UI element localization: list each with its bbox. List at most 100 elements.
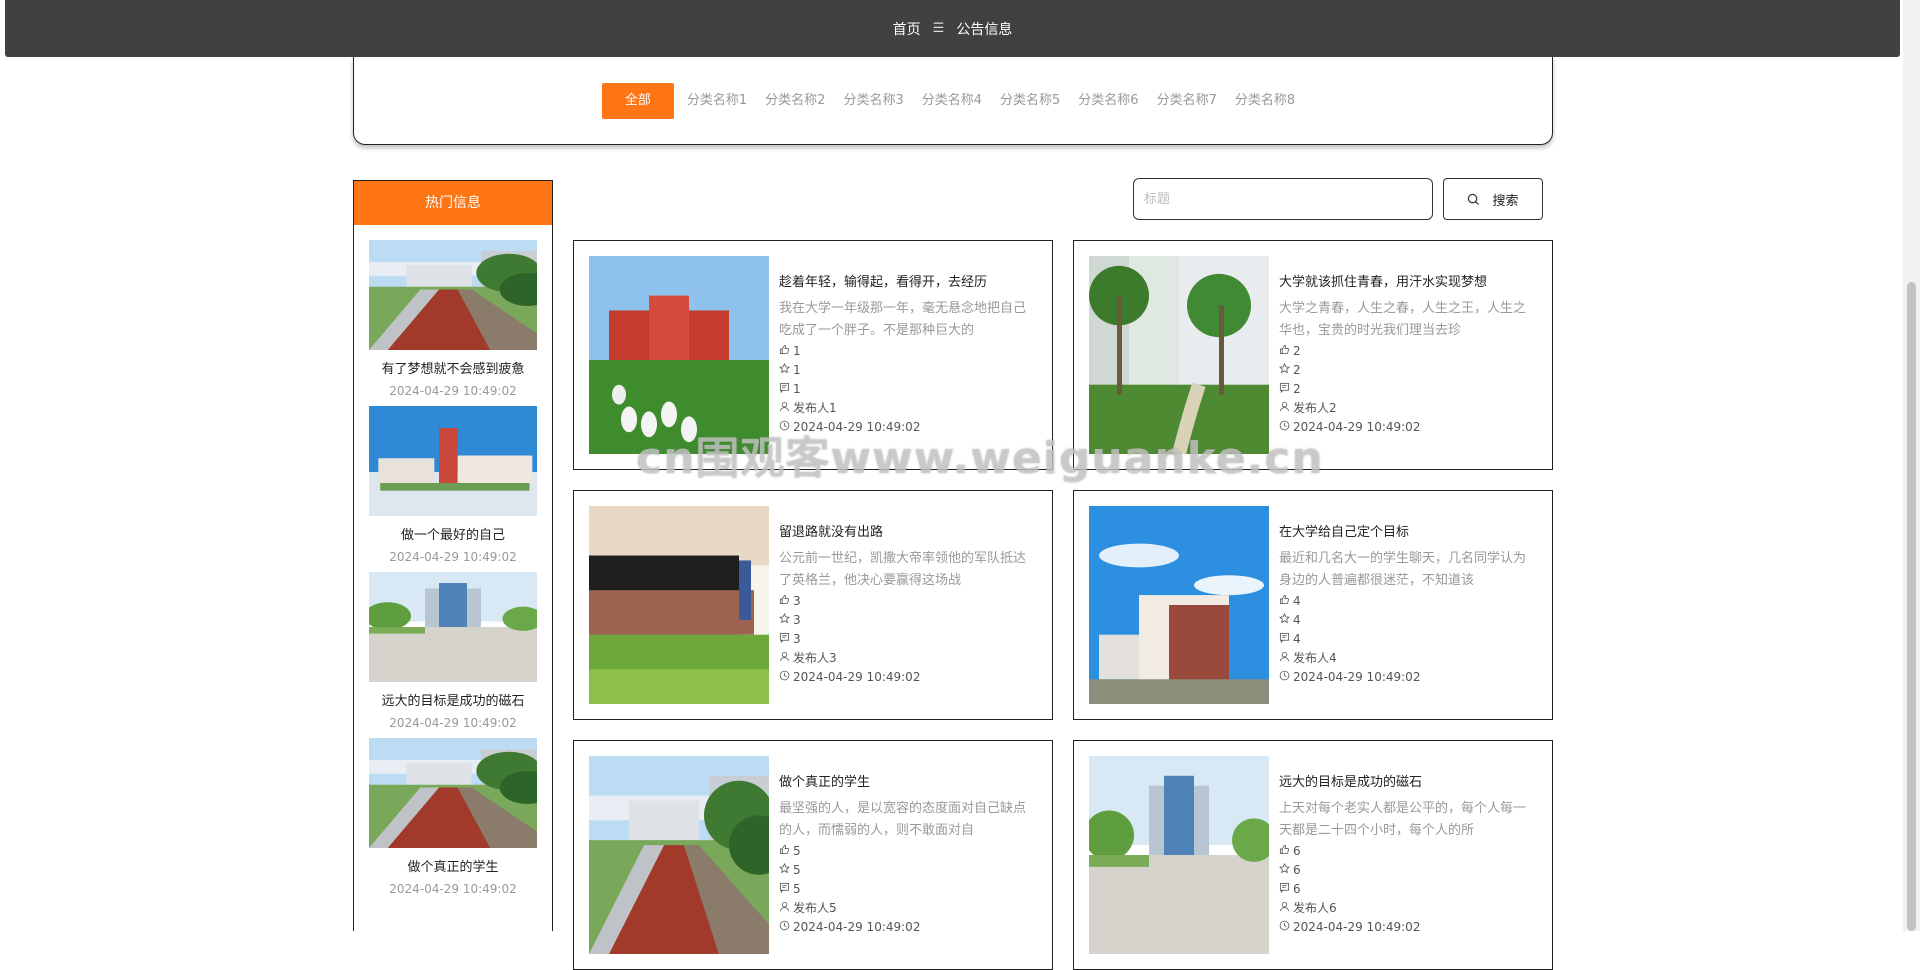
author-name: 发布人3 xyxy=(793,651,837,665)
comment-count: 5 xyxy=(779,880,1029,899)
news-card-title[interactable]: 做个真正的学生 xyxy=(779,771,1029,790)
hot-item-title[interactable]: 做个真正的学生 xyxy=(369,856,537,875)
category-7[interactable]: 分类名称7 xyxy=(1148,83,1226,119)
breadcrumb-separator-icon: ☰ xyxy=(932,21,945,36)
watermark-text: cn围观客www.weiguanke.cn xyxy=(636,433,1324,484)
category-all[interactable]: 全部 xyxy=(601,82,674,119)
search-button[interactable]: 搜索 xyxy=(1443,178,1543,220)
publish-time-value: 2024-04-29 10:49:02 xyxy=(793,920,921,934)
star-icon xyxy=(1279,361,1290,380)
thumbs-up-icon xyxy=(779,842,790,861)
publish-time: 2024-04-29 10:49:02 xyxy=(1279,918,1529,937)
news-card-title[interactable]: 在大学给自己定个目标 xyxy=(1279,521,1529,540)
top-nav-bar: 首页 ☰ 公告信息 xyxy=(5,0,1900,57)
author: 发布人6 xyxy=(1279,899,1529,918)
favorite-count: 3 xyxy=(779,611,1029,630)
thumbs-up-icon xyxy=(779,592,790,611)
author: 发布人1 xyxy=(779,399,1029,418)
author-name: 发布人1 xyxy=(793,401,837,415)
favorite-count: 2 xyxy=(1279,361,1529,380)
author: 发布人3 xyxy=(779,649,1029,668)
comment-count: 2 xyxy=(1279,380,1529,399)
like-count: 5 xyxy=(779,842,1029,861)
favorite-count: 6 xyxy=(1279,861,1529,880)
favorite-count-value: 4 xyxy=(1293,613,1301,627)
favorite-count-value: 2 xyxy=(1293,363,1301,377)
user-icon xyxy=(779,649,790,668)
hot-item-date: 2024-04-29 10:49:02 xyxy=(389,550,517,564)
news-card[interactable]: 远大的目标是成功的磁石上天对每个老实人都是公平的，每个人每一天都是二十四个小时，… xyxy=(1073,740,1553,970)
scrollbar-thumb[interactable] xyxy=(1907,282,1916,931)
title-search-input[interactable] xyxy=(1133,178,1433,220)
like-count-value: 3 xyxy=(793,594,801,608)
star-icon xyxy=(779,611,790,630)
clock-icon xyxy=(1279,918,1290,937)
star-icon xyxy=(779,361,790,380)
news-card[interactable]: 在大学给自己定个目标最近和几名大一的学生聊天，几名同学认为身边的人普遍都很迷茫，… xyxy=(1073,490,1553,720)
news-card-summary: 上天对每个老实人都是公平的，每个人每一天都是二十四个小时，每个人的所 xyxy=(1279,801,1527,838)
clock-icon xyxy=(779,668,790,687)
news-card-summary: 最近和几名大一的学生聊天，几名同学认为身边的人普遍都很迷茫，不知道该 xyxy=(1279,551,1527,588)
thumbs-up-icon xyxy=(779,342,790,361)
category-2[interactable]: 分类名称2 xyxy=(756,83,834,119)
news-card-summary: 我在大学一年级那一年，毫无悬念地把自己吃成了一个胖子。不是那种巨大的 xyxy=(779,301,1027,338)
category-5[interactable]: 分类名称5 xyxy=(991,83,1069,119)
comment-count-value: 1 xyxy=(793,382,801,396)
favorite-count: 1 xyxy=(779,361,1029,380)
publish-time: 2024-04-29 10:49:02 xyxy=(1279,668,1529,687)
user-icon xyxy=(1279,649,1290,668)
author-name: 发布人6 xyxy=(1293,901,1337,915)
news-card-image[interactable] xyxy=(589,506,769,704)
news-card-title[interactable]: 远大的目标是成功的磁石 xyxy=(1279,771,1529,790)
news-card-image[interactable] xyxy=(589,756,769,954)
comment-count-value: 5 xyxy=(793,882,801,896)
hot-item-date: 2024-04-29 10:49:02 xyxy=(389,716,517,730)
comment-count: 6 xyxy=(1279,880,1529,899)
like-count: 6 xyxy=(1279,842,1529,861)
hot-item[interactable]: 做一个最好的自己 2024-04-29 10:49:02 xyxy=(369,406,537,564)
category-1[interactable]: 分类名称1 xyxy=(678,83,756,119)
search-icon xyxy=(1468,193,1480,205)
news-card-title[interactable]: 趁着年轻，输得起，看得开，去经历 xyxy=(779,271,1029,290)
user-icon xyxy=(1279,899,1290,918)
like-count: 3 xyxy=(779,592,1029,611)
category-4[interactable]: 分类名称4 xyxy=(913,83,991,119)
news-card-image[interactable] xyxy=(1089,756,1269,954)
news-card-image[interactable] xyxy=(1089,506,1269,704)
publish-time-value: 2024-04-29 10:49:02 xyxy=(793,670,921,684)
comment-icon xyxy=(779,880,790,899)
hot-item[interactable]: 远大的目标是成功的磁石 2024-04-29 10:49:02 xyxy=(369,572,537,730)
category-8[interactable]: 分类名称8 xyxy=(1226,83,1304,119)
hot-item-image[interactable] xyxy=(369,240,537,350)
news-card-summary: 大学之青春，人生之春，人生之王，人生之华也，宝贵的时光我们理当去珍 xyxy=(1279,301,1527,338)
news-card[interactable]: 做个真正的学生 最坚强的人，是以宽容的态度面对自己缺点的人，而懦弱的人，则不敢面对… xyxy=(573,740,1053,970)
favorite-count: 5 xyxy=(779,861,1029,880)
clock-icon xyxy=(779,918,790,937)
hot-item-image[interactable] xyxy=(369,406,537,516)
category-6[interactable]: 分类名称6 xyxy=(1069,83,1147,119)
hot-item-title[interactable]: 远大的目标是成功的磁石 xyxy=(369,690,537,709)
thumbs-up-icon xyxy=(1279,592,1290,611)
page-scrollbar[interactable] xyxy=(1903,0,1920,931)
hot-item-title[interactable]: 有了梦想就不会感到疲惫 xyxy=(369,358,537,377)
star-icon xyxy=(1279,611,1290,630)
favorite-count-value: 1 xyxy=(793,363,801,377)
breadcrumb-home[interactable]: 首页 xyxy=(893,19,921,39)
search-button-label: 搜索 xyxy=(1492,193,1519,209)
hot-item-image[interactable] xyxy=(369,738,537,848)
hot-item[interactable]: 做个真正的学生 2024-04-29 10:49:02 xyxy=(369,738,537,896)
hot-item-title[interactable]: 做一个最好的自己 xyxy=(369,524,537,543)
news-card[interactable]: 留退路就没有出路 公元前一世纪，凯撒大帝率领他的军队抵达了英格兰，他决心要赢得这场… xyxy=(573,490,1053,720)
comment-icon xyxy=(1279,880,1290,899)
hot-item-image[interactable] xyxy=(369,572,537,682)
news-card-title[interactable]: 留退路就没有出路 xyxy=(779,521,1029,540)
category-3[interactable]: 分类名称3 xyxy=(834,83,912,119)
hot-item[interactable]: 有了梦想就不会感到疲惫 2024-04-29 10:49:02 xyxy=(369,240,537,398)
like-count: 2 xyxy=(1279,342,1529,361)
comment-count-value: 4 xyxy=(1293,632,1301,646)
like-count-value: 4 xyxy=(1293,594,1301,608)
comment-count-value: 2 xyxy=(1293,382,1301,396)
news-card-title[interactable]: 大学就该抓住青春，用汗水实现梦想 xyxy=(1279,271,1529,290)
author-name: 发布人5 xyxy=(793,901,837,915)
publish-time: 2024-04-29 10:49:02 xyxy=(779,668,1029,687)
